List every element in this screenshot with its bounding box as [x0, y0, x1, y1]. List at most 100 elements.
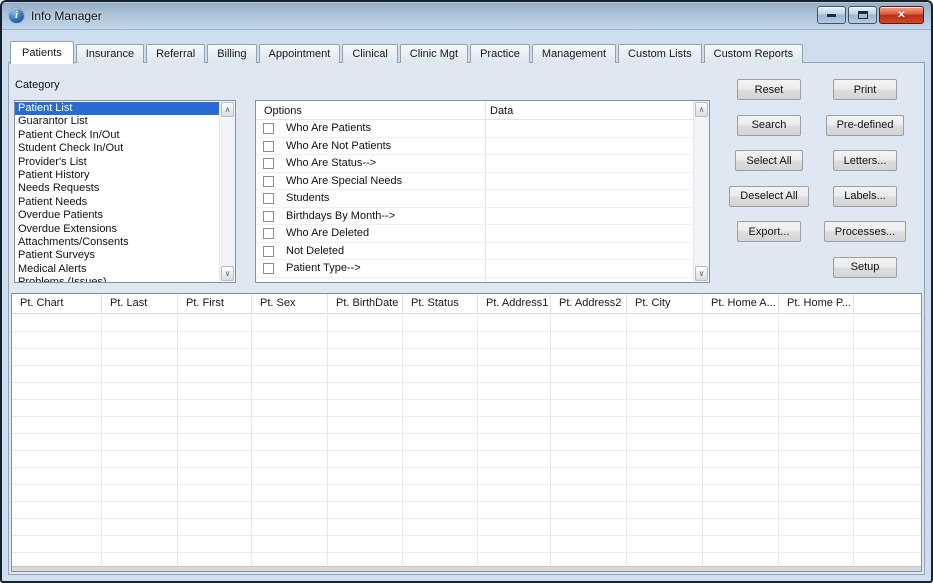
column-header[interactable]: Pt. Address2 [551, 294, 627, 313]
tab-custom-reports[interactable]: Custom Reports [704, 44, 803, 63]
tab-bar: Patients Insurance ReferralBilling Appointm… [10, 41, 805, 64]
category-label: Category [15, 79, 60, 91]
checkbox-unchecked[interactable] [263, 246, 274, 257]
category-item[interactable]: Patient List [15, 102, 219, 115]
checkbox-unchecked[interactable] [263, 211, 274, 222]
table-column [102, 315, 178, 566]
caption-buttons: ✕ [817, 6, 924, 24]
option-row[interactable]: Who Are Not Patients [256, 138, 693, 156]
category-item[interactable]: Provider's List [15, 156, 219, 169]
setup-button[interactable]: Setup [833, 257, 897, 278]
option-label: Birthdays By Month--> [286, 210, 395, 222]
export-button[interactable]: Export... [737, 221, 801, 242]
tab-management[interactable]: Management [532, 44, 616, 63]
category-item[interactable]: Overdue Patients [15, 209, 219, 222]
button-label: Letters... [844, 155, 887, 167]
table-body [12, 315, 921, 566]
deselect-all-button[interactable]: Deselect All [729, 186, 808, 207]
column-header[interactable]: Pt. Address1 [478, 294, 551, 313]
search-button[interactable]: Search [737, 115, 801, 136]
titlebar[interactable]: i Info Manager ✕ [2, 2, 931, 30]
tab-label: Clinical [352, 48, 387, 60]
column-header[interactable]: Pt. First [178, 294, 252, 313]
column-header[interactable]: Pt. City [627, 294, 703, 313]
option-label: Who Are Patients [286, 122, 371, 134]
options-scrollbar[interactable]: ∧ ∨ [693, 101, 709, 282]
option-row[interactable]: Who Are Patients [256, 120, 693, 138]
category-item[interactable]: Overdue Extensions [15, 223, 219, 236]
print-button[interactable]: Print [833, 79, 897, 100]
tab-insurance[interactable]: Insurance [76, 44, 144, 63]
button-label: Search [752, 119, 787, 131]
category-item[interactable]: Patient Needs [15, 196, 219, 209]
category-item[interactable]: Medical Alerts [15, 263, 219, 276]
category-item[interactable]: Attachments/Consents [15, 236, 219, 249]
scroll-up-button[interactable]: ∧ [221, 102, 234, 117]
table-column [328, 315, 403, 566]
category-item[interactable]: Guarantor List [15, 115, 219, 128]
table-bottom-strip [12, 566, 921, 571]
minimize-button[interactable] [817, 6, 846, 24]
option-label: Students [286, 192, 329, 204]
checkbox-unchecked[interactable] [263, 176, 274, 187]
tab-custom-lists[interactable]: Custom Lists [618, 44, 702, 63]
reset-button[interactable]: Reset [737, 79, 801, 100]
table-column [627, 315, 703, 566]
processes-button[interactable]: Processes... [824, 221, 907, 242]
tab-label: Appointment [269, 48, 331, 60]
option-row[interactable]: Students [256, 190, 693, 208]
option-row[interactable]: Who Are Special Needs [256, 173, 693, 191]
scroll-down-button[interactable]: ∨ [221, 266, 234, 281]
option-row[interactable]: Not Deleted [256, 243, 693, 261]
table-column [779, 315, 854, 566]
option-label: Who Are Not Patients [286, 140, 391, 152]
tab-clinical[interactable]: Clinical [342, 44, 397, 63]
scroll-up-button[interactable]: ∧ [695, 102, 708, 117]
tab-clinic-mgt[interactable]: Clinic Mgt [400, 44, 468, 63]
close-button[interactable]: ✕ [879, 6, 924, 24]
labels-button[interactable]: Labels... [833, 186, 897, 207]
scroll-down-button[interactable]: ∨ [695, 266, 708, 281]
column-header[interactable]: Pt. Status [403, 294, 478, 313]
window-title: Info Manager [31, 9, 102, 23]
checkbox-unchecked[interactable] [263, 123, 274, 134]
category-item[interactable]: Needs Requests [15, 182, 219, 195]
tab-referral[interactable]: Referral [146, 44, 205, 63]
tab-practice[interactable]: Practice [470, 44, 530, 63]
option-row[interactable]: Patient Type--> [256, 260, 693, 278]
maximize-button[interactable] [848, 6, 877, 24]
category-scrollbar[interactable]: ∧ ∨ [219, 101, 235, 282]
category-item[interactable]: Patient History [15, 169, 219, 182]
column-header[interactable]: Pt. Sex [252, 294, 328, 313]
category-item[interactable]: Patient Check In/Out [15, 129, 219, 142]
tab-label: Insurance [86, 48, 134, 60]
options-panel: Options Data Who Are Patients Who Are No… [255, 100, 710, 283]
option-row[interactable]: Birthdays By Month--> [256, 208, 693, 226]
chevron-up-icon: ∧ [699, 106, 705, 114]
column-header[interactable]: Pt. Last [102, 294, 178, 313]
app-icon: i [9, 8, 24, 23]
option-label: Who Are Special Needs [286, 175, 402, 187]
column-header[interactable]: Pt. Home P... [779, 294, 854, 313]
checkbox-unchecked[interactable] [263, 263, 274, 274]
tab-appointment[interactable]: Appointment [259, 44, 341, 63]
checkbox-unchecked[interactable] [263, 193, 274, 204]
checkbox-unchecked[interactable] [263, 158, 274, 169]
letters-button[interactable]: Letters... [833, 150, 898, 171]
option-label: Not Deleted [286, 245, 344, 257]
column-header[interactable]: Pt. Home A... [703, 294, 779, 313]
column-header[interactable]: Pt. BirthDate [328, 294, 403, 313]
option-row[interactable]: Who Are Status--> [256, 155, 693, 173]
table-column [703, 315, 779, 566]
checkbox-unchecked[interactable] [263, 141, 274, 152]
pre-defined-button[interactable]: Pre-defined [826, 115, 905, 136]
option-row[interactable]: Who Are Deleted [256, 225, 693, 243]
tab-billing[interactable]: Billing [207, 44, 256, 63]
checkbox-unchecked[interactable] [263, 228, 274, 239]
category-item[interactable]: Problems (Issues) [15, 276, 219, 282]
select-all-button[interactable]: Select All [735, 150, 802, 171]
tab-patients[interactable]: Patients [10, 41, 74, 64]
category-item[interactable]: Student Check In/Out [15, 142, 219, 155]
column-header[interactable]: Pt. Chart [12, 294, 102, 313]
category-item[interactable]: Patient Surveys [15, 249, 219, 262]
